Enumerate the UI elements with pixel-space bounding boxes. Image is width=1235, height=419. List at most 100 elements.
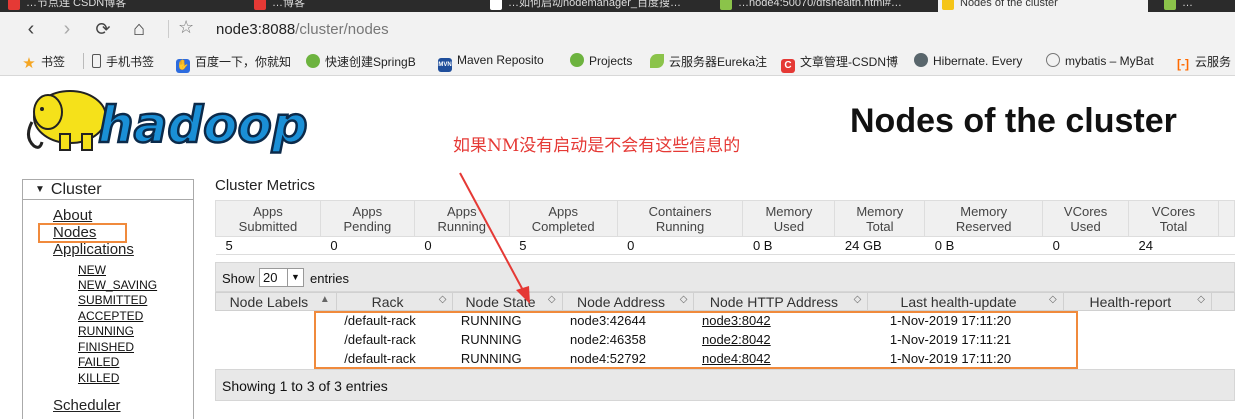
csdn-icon: C: [781, 59, 795, 73]
column-header-rack[interactable]: Rack ◇: [335, 292, 454, 311]
back-button[interactable]: ‹: [20, 18, 42, 40]
cell-node-labels: [216, 311, 337, 330]
show-label: Show: [222, 271, 255, 286]
metrics-header: Apps Pending: [319, 200, 415, 237]
browser-tab[interactable]: …博客: [250, 0, 400, 12]
metrics-header-row: Apps Submitted Apps Pending Apps Running Ap…: [215, 200, 1235, 237]
sidebar-link-scheduler[interactable]: Scheduler: [53, 397, 121, 414]
hadoop-logo: hadoop: [27, 90, 309, 155]
bookmark-item[interactable]: [-] 云服务: [1176, 53, 1235, 71]
metrics-header: Apps Completed: [508, 200, 618, 237]
bookmark-item[interactable]: Hibernate. Every: [914, 53, 1034, 68]
cell-spacer: [1211, 311, 1234, 330]
page-size-select[interactable]: 20 ▼: [259, 268, 304, 287]
page-content: hadoop Nodes of the cluster 如果NM没有启动是不会有…: [0, 76, 1235, 419]
metrics-value: 0: [1042, 236, 1129, 255]
bookmark-item[interactable]: mybatis – MyBat: [1046, 53, 1166, 68]
sort-both-icon: ◇: [1048, 294, 1057, 305]
address-bar[interactable]: ☆ node3:8088/cluster/nodes: [168, 16, 1228, 42]
metrics-header: VCores Total: [1128, 200, 1219, 237]
sidebar-section-header[interactable]: ▼ Cluster: [23, 180, 193, 200]
bookmark-item[interactable]: 手机书签: [92, 53, 154, 70]
bookmark-item[interactable]: MVN Maven Reposito: [438, 53, 558, 72]
url-text[interactable]: node3:8088/cluster/nodes: [216, 21, 389, 38]
maven-icon: MVN: [438, 58, 452, 72]
column-header-last-health-update[interactable]: Last health-update ◇: [867, 292, 1064, 311]
annotation-text: 如果NM没有启动是不会有这些信息的: [453, 136, 741, 156]
cell-health-report: [1063, 311, 1211, 330]
aliyun-icon: [-]: [1177, 57, 1189, 71]
datatable-info-footer: Showing 1 to 3 of 3 entries: [215, 369, 1235, 401]
bookmark-star-icon[interactable]: ☆: [178, 17, 194, 38]
cell-rack: /default-rack: [344, 331, 416, 347]
datatable-length-bar: Show 20 ▼ entries: [215, 262, 1235, 292]
browser-tab[interactable]: …: [1160, 0, 1235, 12]
metrics-header-spacer: [1217, 200, 1235, 237]
bookmark-item[interactable]: ✋ 百度一下，你就知: [176, 53, 296, 73]
sidebar-link-about[interactable]: About: [53, 207, 92, 224]
browser-toolbar: ‹ › ⟳ ⌂ ☆ node3:8088/cluster/nodes: [0, 12, 1235, 46]
column-header-health-report[interactable]: Health-report ◇: [1062, 292, 1212, 311]
entries-label: entries: [310, 271, 350, 286]
metrics-header: Apps Running: [413, 200, 510, 237]
csdn-icon: [254, 0, 266, 10]
cell-health-report: [1063, 349, 1211, 368]
sidebar-app-state-new-saving[interactable]: NEW_SAVING: [78, 278, 157, 292]
node-http-link[interactable]: node2:8042: [694, 330, 868, 349]
nodes-header-row: Node Labels ▲ Rack ◇ Node State ◇ Node Addr…: [215, 292, 1235, 311]
leaf-icon: [1164, 0, 1176, 10]
sidebar-link-applications[interactable]: Applications: [53, 241, 134, 258]
bookmark-item[interactable]: ★ 书签: [22, 53, 65, 71]
sidebar-app-state-submitted[interactable]: SUBMITTED: [78, 293, 147, 307]
spring-icon: [570, 53, 584, 67]
browser-tab[interactable]: …如何启动nodemanager_百度搜…: [486, 0, 696, 12]
metrics-value: 0 B: [742, 236, 835, 255]
metrics-header: Apps Submitted: [215, 200, 321, 237]
browser-tab-strip: …节点连 CSDN博客 …博客 …如何启动nodemanager_百度搜… …n…: [0, 0, 1235, 12]
url-path: /cluster/nodes: [295, 21, 389, 38]
reload-button[interactable]: ⟳: [92, 18, 114, 40]
column-header-node-http-address[interactable]: Node HTTP Address ◇: [693, 292, 869, 311]
browser-tab[interactable]: …节点连 CSDN博客: [4, 0, 154, 12]
metrics-header: VCores Used: [1042, 200, 1130, 237]
metrics-value: 0 B: [924, 236, 1043, 255]
sidebar-app-state-accepted[interactable]: ACCEPTED: [78, 309, 143, 323]
column-header-node-address[interactable]: Node Address ◇: [561, 292, 695, 311]
cluster-metrics-table: Apps Submitted Apps Pending Apps Running Ap…: [215, 200, 1235, 255]
metrics-value-spacer: [1218, 236, 1235, 255]
column-header-node-state[interactable]: Node State ◇: [452, 292, 563, 311]
metrics-value-row: 5 0 0 5 0 0 B 24 GB 0 B 0 24: [215, 236, 1235, 255]
bookmark-item[interactable]: C 文章管理-CSDN博: [781, 53, 901, 73]
metrics-value: 5: [509, 236, 618, 255]
sidebar-link-nodes[interactable]: Nodes: [53, 224, 96, 241]
cluster-metrics-title: Cluster Metrics: [215, 177, 316, 194]
cell-node-address: node2:46358: [570, 331, 646, 347]
table-row: /default-rack RUNNING node3:42644 node3:…: [216, 311, 1235, 330]
cell-last-health-update: 1-Nov-2019 17:11:20: [889, 312, 1012, 328]
sidebar-app-state-finished[interactable]: FINISHED: [78, 340, 134, 354]
sidebar-app-state-running[interactable]: RUNNING: [78, 324, 134, 338]
sort-both-icon: ◇: [853, 294, 862, 305]
column-header-node-labels[interactable]: Node Labels ▲: [215, 292, 337, 311]
hadoop-favicon-icon: [942, 0, 954, 10]
sidebar-app-state-killed[interactable]: KILLED: [78, 371, 119, 385]
cell-rack: /default-rack: [344, 312, 416, 328]
sidebar-app-state-failed[interactable]: FAILED: [78, 355, 119, 369]
sidebar-app-state-new[interactable]: NEW: [78, 263, 106, 277]
metrics-header: Memory Used: [742, 200, 836, 237]
sidebar: ▼ Cluster About Nodes Applications NEW NE…: [22, 179, 194, 419]
forward-button[interactable]: ›: [56, 18, 78, 40]
cell-node-address: node3:42644: [570, 312, 646, 328]
metrics-value: 5: [215, 236, 321, 255]
home-button[interactable]: ⌂: [128, 18, 150, 40]
table-row: /default-rack RUNNING node4:52792 node4:…: [216, 349, 1235, 368]
node-http-link[interactable]: node3:8042: [694, 311, 868, 330]
sort-both-icon: ◇: [1197, 294, 1205, 305]
bookmark-item[interactable]: 云服务器Eureka注: [650, 53, 768, 70]
browser-tab[interactable]: …node4:50070/dfshealth.html#…: [716, 0, 926, 12]
bookmark-item[interactable]: Projects: [570, 53, 632, 68]
bookmark-item[interactable]: 快速创建SpringB: [306, 53, 426, 70]
browser-tab-active[interactable]: Nodes of the cluster: [938, 0, 1148, 12]
node-http-link[interactable]: node4:8042: [694, 349, 868, 368]
table-row: /default-rack RUNNING node2:46358 node2:…: [216, 330, 1235, 349]
